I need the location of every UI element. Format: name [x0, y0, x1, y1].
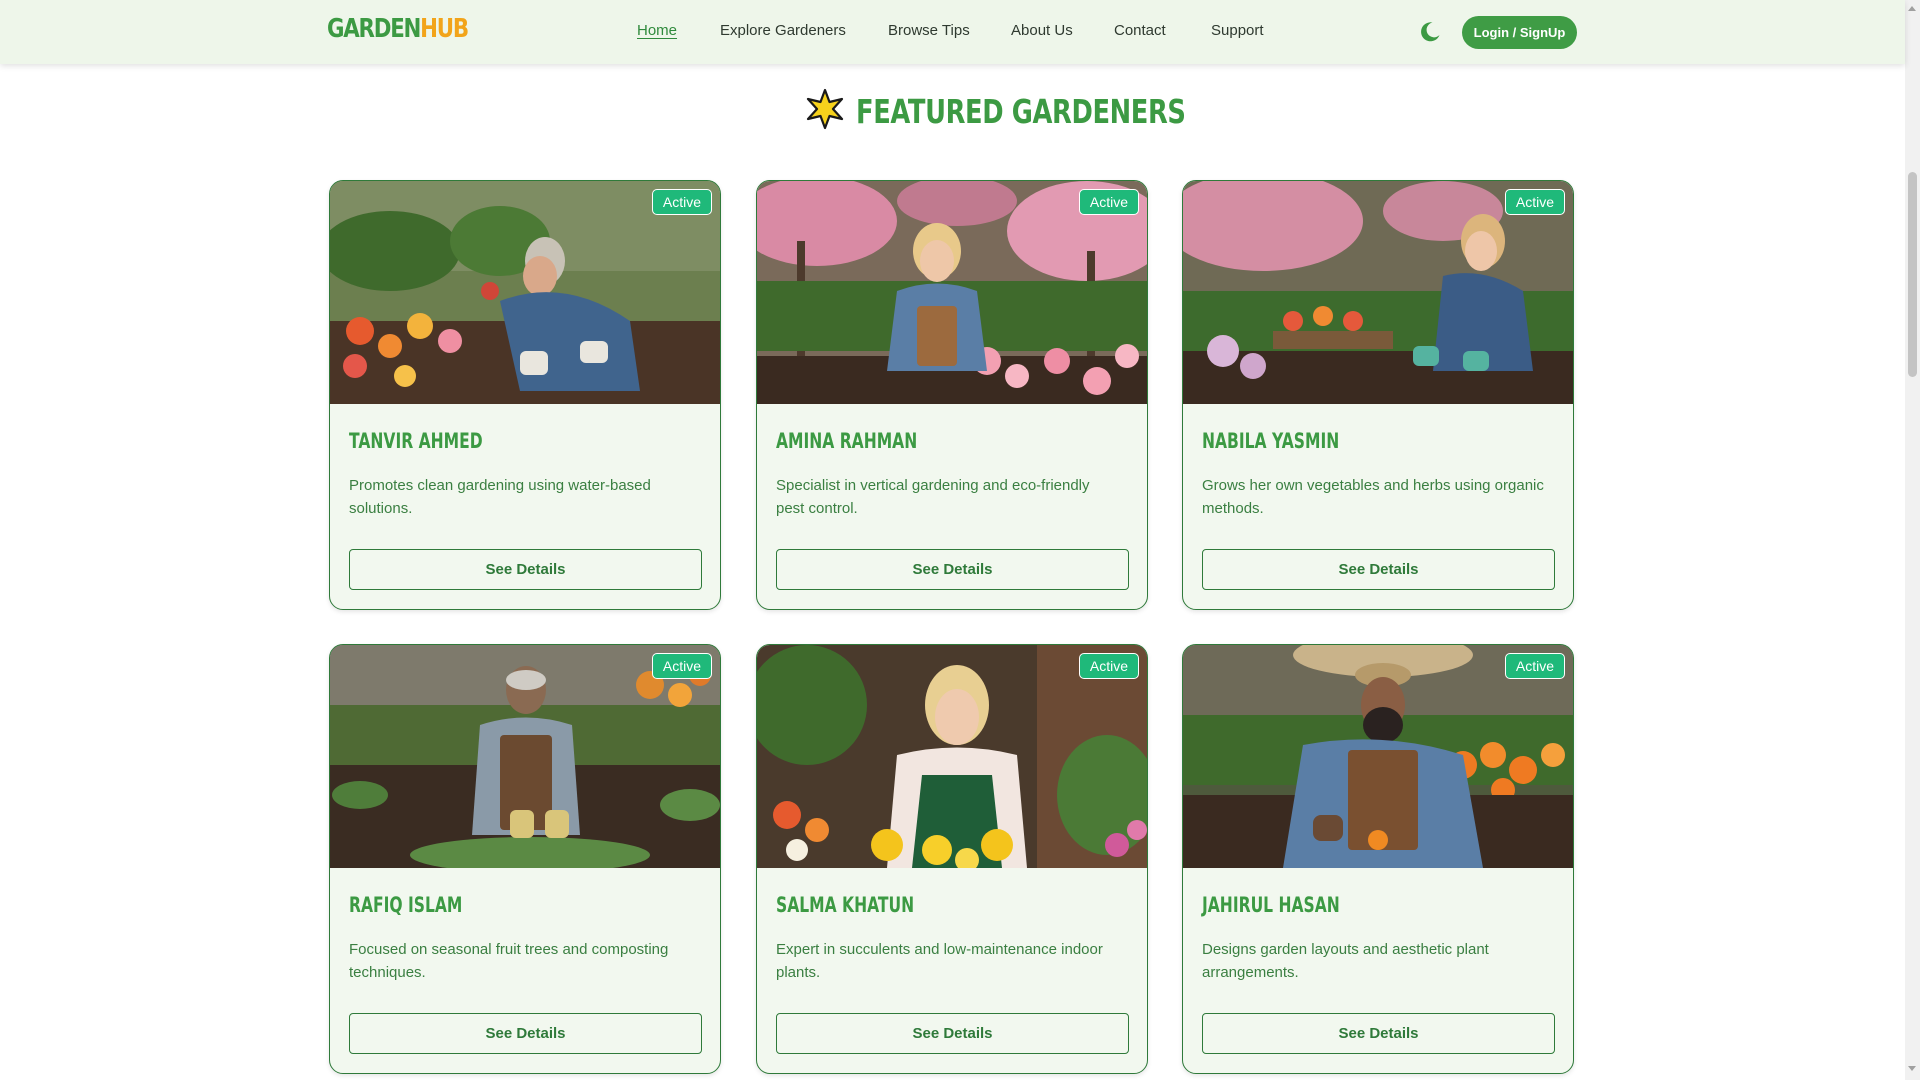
scrollbar-thumb[interactable]	[1908, 172, 1917, 377]
nav-link-about-us[interactable]: About Us	[1011, 22, 1073, 39]
scroll-up-arrow-icon[interactable]	[1908, 6, 1916, 11]
top-navbar: GARDENHUB Home Explore Gardeners Browse …	[0, 0, 1905, 64]
gardener-name: TANVIR AHMED	[349, 429, 483, 453]
see-details-button[interactable]: See Details	[1202, 1013, 1555, 1054]
status-badge: Active	[1504, 189, 1565, 215]
gardener-name: JAHIRUL HASAN	[1202, 893, 1340, 917]
nav-link-contact[interactable]: Contact	[1114, 22, 1166, 39]
gardener-description: Expert in succulents and low-maintenance…	[776, 941, 1103, 981]
status-badge: Active	[1078, 189, 1139, 215]
see-details-button[interactable]: See Details	[776, 1013, 1129, 1054]
see-details-button[interactable]: See Details	[349, 1013, 702, 1054]
gardener-card: Active AMINA RAHMAN Specialist in vertic…	[756, 180, 1148, 610]
star-icon	[804, 88, 846, 135]
gardener-description: Specialist in vertical gardening and eco…	[776, 477, 1090, 517]
see-details-button[interactable]: See Details	[1202, 549, 1555, 590]
login-signup-button[interactable]: Login / SignUp	[1462, 16, 1577, 49]
brand-logo-part1: GARDEN	[327, 14, 421, 44]
brand-logo[interactable]: GARDENHUB	[327, 14, 469, 44]
gardener-name: AMINA RAHMAN	[776, 429, 918, 453]
status-badge: Active	[1078, 653, 1139, 679]
gardener-card: Active SALMA KHATUN Expert in succulents…	[756, 644, 1148, 1074]
status-badge: Active	[1504, 653, 1565, 679]
gardener-card: Active JAHIRUL HASAN Designs garden layo…	[1182, 644, 1574, 1074]
moon-icon[interactable]	[1418, 20, 1442, 44]
section-title: FEATURED GARDENERS	[856, 91, 1186, 131]
gardener-name: SALMA KHATUN	[776, 893, 915, 917]
nav-link-explore-gardeners[interactable]: Explore Gardeners	[720, 22, 846, 39]
see-details-button[interactable]: See Details	[776, 549, 1129, 590]
nav-link-home[interactable]: Home	[637, 22, 677, 39]
page-scrollbar[interactable]	[1905, 0, 1920, 1080]
status-badge: Active	[651, 189, 712, 215]
nav-link-browse-tips[interactable]: Browse Tips	[888, 22, 970, 39]
section-heading: FEATURED GARDENERS	[0, 86, 1905, 136]
gardener-card: Active NABILA YASMIN Grows her own veget…	[1182, 180, 1574, 610]
gardener-description: Promotes clean gardening using water-bas…	[349, 477, 651, 517]
brand-logo-part2: HUB	[420, 14, 469, 44]
nav-link-support[interactable]: Support	[1211, 22, 1264, 39]
gardener-name: NABILA YASMIN	[1202, 429, 1340, 453]
gardener-description: Focused on seasonal fruit trees and comp…	[349, 941, 669, 981]
gardener-description: Designs garden layouts and aesthetic pla…	[1202, 941, 1489, 981]
gardener-description: Grows her own vegetables and herbs using…	[1202, 477, 1544, 517]
gardener-card: Active TANVIR AHMED Promotes clean garde…	[329, 180, 721, 610]
see-details-button[interactable]: See Details	[349, 549, 702, 590]
status-badge: Active	[651, 653, 712, 679]
gardener-name: RAFIQ ISLAM	[349, 893, 463, 917]
scroll-down-arrow-icon[interactable]	[1908, 1066, 1916, 1071]
gardener-card: Active RAFIQ ISLAM Focused on seasonal f…	[329, 644, 721, 1074]
